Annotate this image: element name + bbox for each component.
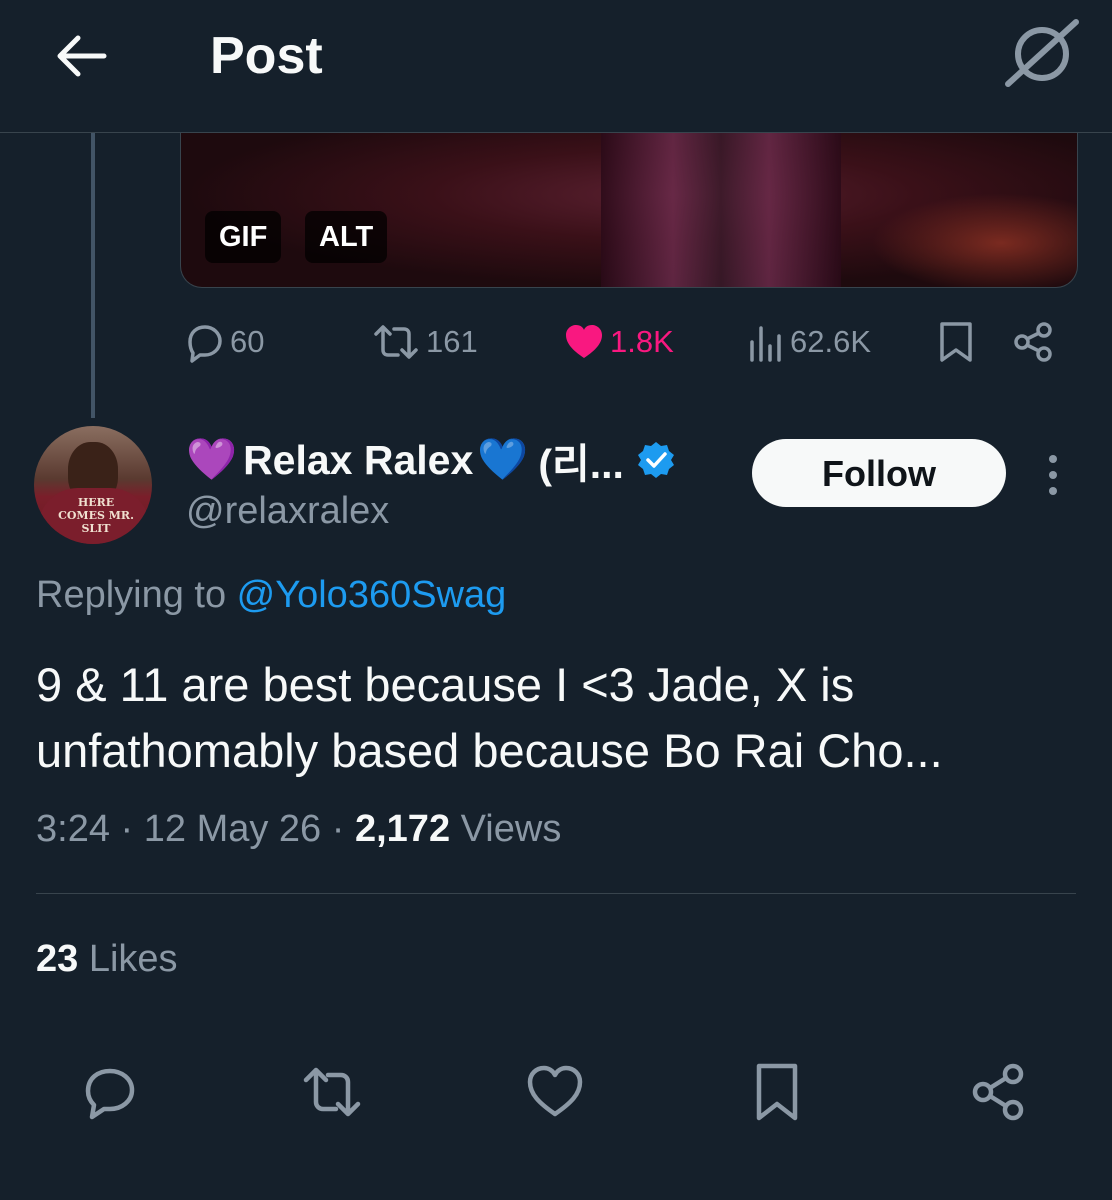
- main-action-bar: [0, 1060, 1112, 1124]
- page-title: Post: [210, 27, 323, 85]
- blue-heart-emoji: 💙: [477, 436, 529, 482]
- reply-button[interactable]: 60: [182, 316, 264, 368]
- gif-media[interactable]: GIF ALT: [180, 133, 1078, 288]
- reply-count: 60: [230, 324, 265, 359]
- tweet-date[interactable]: 12 May 26: [144, 808, 321, 850]
- likes-label: Likes: [88, 938, 178, 980]
- views-button[interactable]: 62.6K: [746, 316, 871, 368]
- repost-icon[interactable]: [300, 1060, 364, 1124]
- reply-icon: [188, 325, 222, 363]
- heart-filled-icon: [566, 325, 602, 358]
- repost-count: 161: [426, 324, 478, 359]
- likes-count: 23: [36, 938, 79, 980]
- share-icon: [1014, 322, 1052, 362]
- divider: [36, 893, 1076, 894]
- arrow-left-icon[interactable]: [52, 26, 112, 86]
- replying-to-link[interactable]: @Yolo360Swag: [237, 574, 507, 616]
- avatar-shirt-text: HERE COMES MR. SLIT: [58, 496, 134, 535]
- media-figure: [601, 133, 841, 287]
- replying-to: Replying to @Yolo360Swag: [36, 574, 506, 617]
- share-button[interactable]: [1012, 316, 1060, 368]
- like-button[interactable]: 1.8K: [562, 316, 674, 368]
- share-icon[interactable]: [967, 1060, 1031, 1124]
- verified-badge-icon: [637, 442, 674, 478]
- media-glow: [871, 193, 1077, 287]
- reply-icon[interactable]: [78, 1060, 142, 1124]
- likes-stat[interactable]: 23 Likes: [36, 938, 178, 981]
- tweet-meta: 3:24 · 12 May 26 · 2,172 Views: [36, 808, 561, 851]
- more-options-icon[interactable]: [1036, 452, 1070, 498]
- like-count: 1.8K: [610, 324, 674, 359]
- repost-icon: [374, 325, 418, 359]
- author-name-row[interactable]: 💜 Relax Ralex 💙 (리...: [186, 434, 676, 487]
- author-name-suffix: (리...: [538, 441, 624, 487]
- bookmark-icon[interactable]: [745, 1060, 809, 1124]
- thread-line: [91, 133, 95, 418]
- meta-separator: ·: [120, 808, 144, 850]
- views-icon: [750, 326, 781, 362]
- tweet-text: 9 & 11 are best because I <3 Jade, X is …: [36, 658, 943, 777]
- purple-heart-emoji: 💜: [186, 436, 238, 482]
- tweet-views-label: Views: [460, 808, 562, 850]
- grok-icon[interactable]: [1004, 18, 1080, 88]
- repost-button[interactable]: 161: [370, 316, 478, 368]
- replying-to-prefix: Replying to: [36, 574, 237, 616]
- top-bar: Post: [0, 0, 1112, 133]
- tweet-time[interactable]: 3:24: [36, 808, 110, 850]
- views-count: 62.6K: [790, 324, 872, 359]
- meta-separator: ·: [331, 808, 355, 850]
- author-name: Relax Ralex: [243, 436, 474, 483]
- heart-icon[interactable]: [523, 1060, 587, 1124]
- gif-badge: GIF: [205, 211, 282, 263]
- bookmark-icon: [940, 322, 972, 362]
- tweet-views-count: 2,172: [354, 808, 451, 850]
- alt-badge[interactable]: ALT: [305, 211, 388, 263]
- follow-button[interactable]: Follow: [752, 439, 1006, 507]
- parent-action-bar: 60 161 1.8K 62.6K: [180, 316, 1060, 368]
- avatar[interactable]: HERE COMES MR. SLIT: [34, 426, 152, 544]
- bookmark-button[interactable]: [936, 316, 980, 368]
- author-handle[interactable]: @relaxralex: [186, 490, 389, 533]
